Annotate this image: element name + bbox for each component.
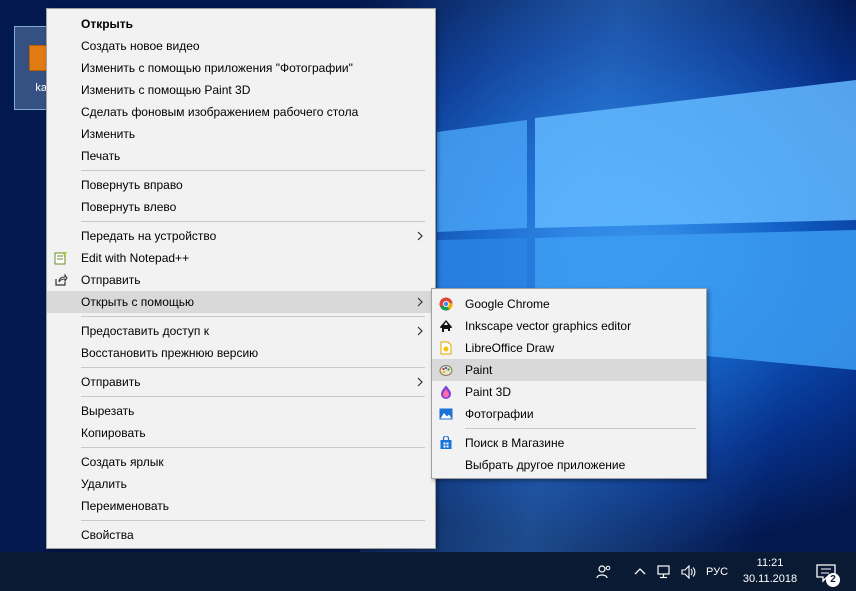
menu-item-properties[interactable]: Свойства [47, 524, 435, 546]
inkscape-icon [440, 320, 452, 332]
submenu-item-label: Paint [465, 363, 493, 377]
people-icon[interactable] [596, 564, 612, 580]
submenu-item-inkscape[interactable]: Inkscape vector graphics editor [432, 315, 706, 337]
chevron-right-icon [417, 231, 423, 241]
menu-item-label: Отправить [81, 375, 141, 389]
menu-item-label: Восстановить прежнюю версию [81, 346, 259, 360]
menu-separator [81, 367, 425, 368]
menu-item-label: Открыть [81, 17, 134, 31]
menu-item-label: Печать [81, 149, 121, 163]
paint3d-icon [441, 385, 451, 399]
menu-item-print[interactable]: Печать [47, 145, 435, 167]
menu-separator [81, 316, 425, 317]
notification-count-badge: 2 [826, 573, 840, 587]
menu-item-give-access[interactable]: Предоставить доступ к [47, 320, 435, 342]
menu-item-label: Изменить с помощью приложения "Фотографи… [81, 61, 353, 75]
menu-item-label: Повернуть влево [81, 200, 177, 214]
submenu-item-photos[interactable]: Фотографии [432, 403, 706, 425]
chrome-icon [439, 297, 453, 311]
notepadpp-icon [54, 252, 67, 265]
menu-item-label: Отправить [81, 273, 141, 287]
submenu-item-label: Фотографии [465, 407, 534, 421]
taskbar: РУС 11:21 30.11.2018 2 [0, 552, 856, 591]
submenu-item-label: Google Chrome [465, 297, 550, 311]
menu-item-edit-paint3d[interactable]: Изменить с помощью Paint 3D [47, 79, 435, 101]
libreoffice-draw-icon [440, 341, 452, 355]
open-with-submenu: Google Chrome Inkscape vector graphics e… [431, 288, 707, 479]
share-icon [55, 273, 68, 286]
submenu-item-paint[interactable]: Paint [432, 359, 706, 381]
system-clock[interactable]: 11:21 30.11.2018 [740, 555, 800, 587]
menu-item-cut[interactable]: Вырезать [47, 400, 435, 422]
menu-item-label: Копировать [81, 426, 146, 440]
menu-item-rotate-left[interactable]: Повернуть влево [47, 196, 435, 218]
menu-item-label: Создать новое видео [81, 39, 200, 53]
menu-item-delete[interactable]: Удалить [47, 473, 435, 495]
menu-item-label: Изменить [81, 127, 136, 141]
submenu-item-label: LibreOffice Draw [465, 341, 555, 355]
menu-item-rotate-right[interactable]: Повернуть вправо [47, 174, 435, 196]
menu-item-rename[interactable]: Переименовать [47, 495, 435, 517]
chevron-right-icon [417, 297, 423, 307]
menu-item-send-to[interactable]: Отправить [47, 371, 435, 393]
language-indicator[interactable]: РУС [706, 564, 728, 580]
menu-separator [81, 447, 425, 448]
menu-item-edit[interactable]: Изменить [47, 123, 435, 145]
menu-item-label: Edit with Notepad++ [81, 251, 190, 265]
menu-item-label: Свойства [81, 528, 134, 542]
menu-item-label: Повернуть вправо [81, 178, 183, 192]
submenu-separator [465, 428, 696, 429]
menu-separator [81, 520, 425, 521]
submenu-item-choose-another-app[interactable]: Выбрать другое приложение [432, 454, 706, 476]
submenu-item-libreoffice-draw[interactable]: LibreOffice Draw [432, 337, 706, 359]
menu-item-label: Передать на устройство [81, 229, 217, 243]
menu-item-label: Предоставить доступ к [81, 324, 209, 338]
menu-item-label: Сделать фоновым изображением рабочего ст… [81, 105, 359, 119]
menu-item-set-wallpaper[interactable]: Сделать фоновым изображением рабочего ст… [47, 101, 435, 123]
menu-separator [81, 221, 425, 222]
menu-item-create-shortcut[interactable]: Создать ярлык [47, 451, 435, 473]
clock-time: 11:21 [756, 557, 784, 569]
menu-separator [81, 396, 425, 397]
menu-item-label: Вырезать [81, 404, 135, 418]
chevron-right-icon [417, 377, 423, 387]
menu-item-label: Переименовать [81, 499, 169, 513]
menu-item-create-video[interactable]: Создать новое видео [47, 35, 435, 57]
menu-item-open[interactable]: Открыть [47, 13, 435, 35]
menu-item-label: Изменить с помощью Paint 3D [81, 83, 251, 97]
menu-item-edit-notepadpp[interactable]: Edit with Notepad++ [47, 247, 435, 269]
menu-item-label: Открыть с помощью [81, 295, 195, 309]
menu-item-edit-photos[interactable]: Изменить с помощью приложения "Фотографи… [47, 57, 435, 79]
clock-date: 30.11.2018 [742, 573, 798, 585]
store-icon [440, 436, 452, 449]
menu-item-open-with[interactable]: Открыть с помощью [47, 291, 435, 313]
menu-item-label: Создать ярлык [81, 455, 164, 469]
volume-icon[interactable] [680, 564, 696, 580]
chevron-up-icon[interactable] [632, 564, 648, 580]
menu-separator [81, 170, 425, 171]
chevron-right-icon [417, 326, 423, 336]
network-icon[interactable] [657, 564, 673, 580]
context-menu: Открыть Создать новое видео Изменить с п… [46, 8, 436, 549]
paint-icon [439, 365, 453, 376]
submenu-item-label: Inkscape vector graphics editor [465, 319, 632, 333]
submenu-item-label: Paint 3D [465, 385, 512, 399]
menu-item-restore-version[interactable]: Восстановить прежнюю версию [47, 342, 435, 364]
menu-item-share[interactable]: Отправить [47, 269, 435, 291]
submenu-item-label: Поиск в Магазине [465, 436, 565, 450]
submenu-item-paint3d[interactable]: Paint 3D [432, 381, 706, 403]
menu-item-cast-to-device[interactable]: Передать на устройство [47, 225, 435, 247]
submenu-item-store-search[interactable]: Поиск в Магазине [432, 432, 706, 454]
submenu-item-google-chrome[interactable]: Google Chrome [432, 293, 706, 315]
photos-icon [439, 408, 453, 420]
menu-item-label: Удалить [81, 477, 127, 491]
menu-item-copy[interactable]: Копировать [47, 422, 435, 444]
submenu-item-label: Выбрать другое приложение [465, 458, 626, 472]
